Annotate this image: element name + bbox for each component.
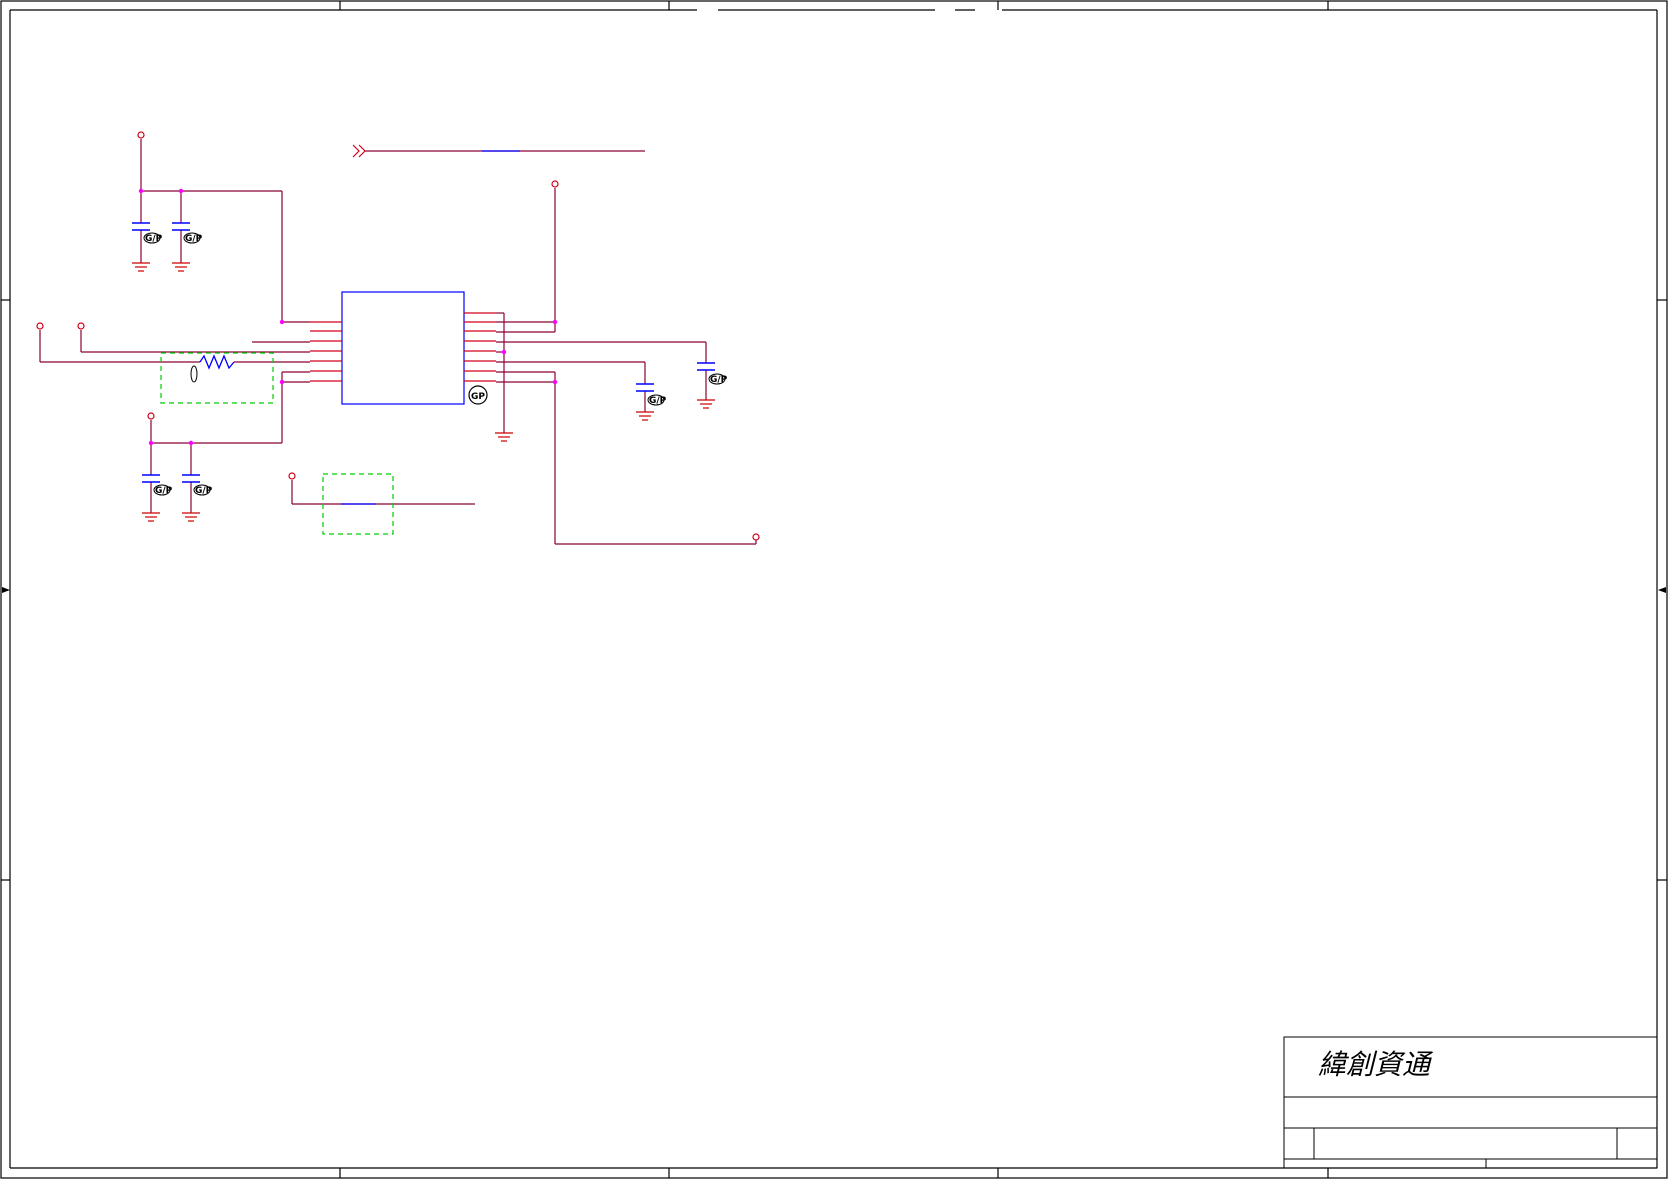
schematic-sheet: 緯創資通 G/P G/P G/P G/P G/P G/P GP <box>0 0 1668 1179</box>
junctions <box>138 188 558 446</box>
terminals <box>36 131 760 541</box>
ground-symbols <box>132 262 715 522</box>
ic-body <box>341 291 465 405</box>
drawing-frame <box>0 0 1668 1179</box>
gp-large-label: GP <box>471 392 485 402</box>
company-name: 緯創資通 <box>1318 1048 1434 1081</box>
ic-right-pins <box>464 312 496 382</box>
center-arrows <box>2 587 1666 593</box>
gp-label: G/P <box>185 234 203 244</box>
gp-label: G/P <box>195 486 213 496</box>
gp-label: G/P <box>649 396 667 406</box>
off-page-connector <box>352 144 366 158</box>
gp-label: G/P <box>155 486 173 496</box>
net-label-segments <box>341 150 520 505</box>
wires <box>39 139 757 545</box>
gp-small-labels: G/P G/P G/P G/P G/P G/P <box>145 234 728 496</box>
resistor <box>199 354 235 370</box>
gp-small-marks <box>143 232 726 496</box>
gp-label: G/P <box>145 234 163 244</box>
gp-label: G/P <box>710 375 728 385</box>
ic-left-pins <box>310 321 342 382</box>
